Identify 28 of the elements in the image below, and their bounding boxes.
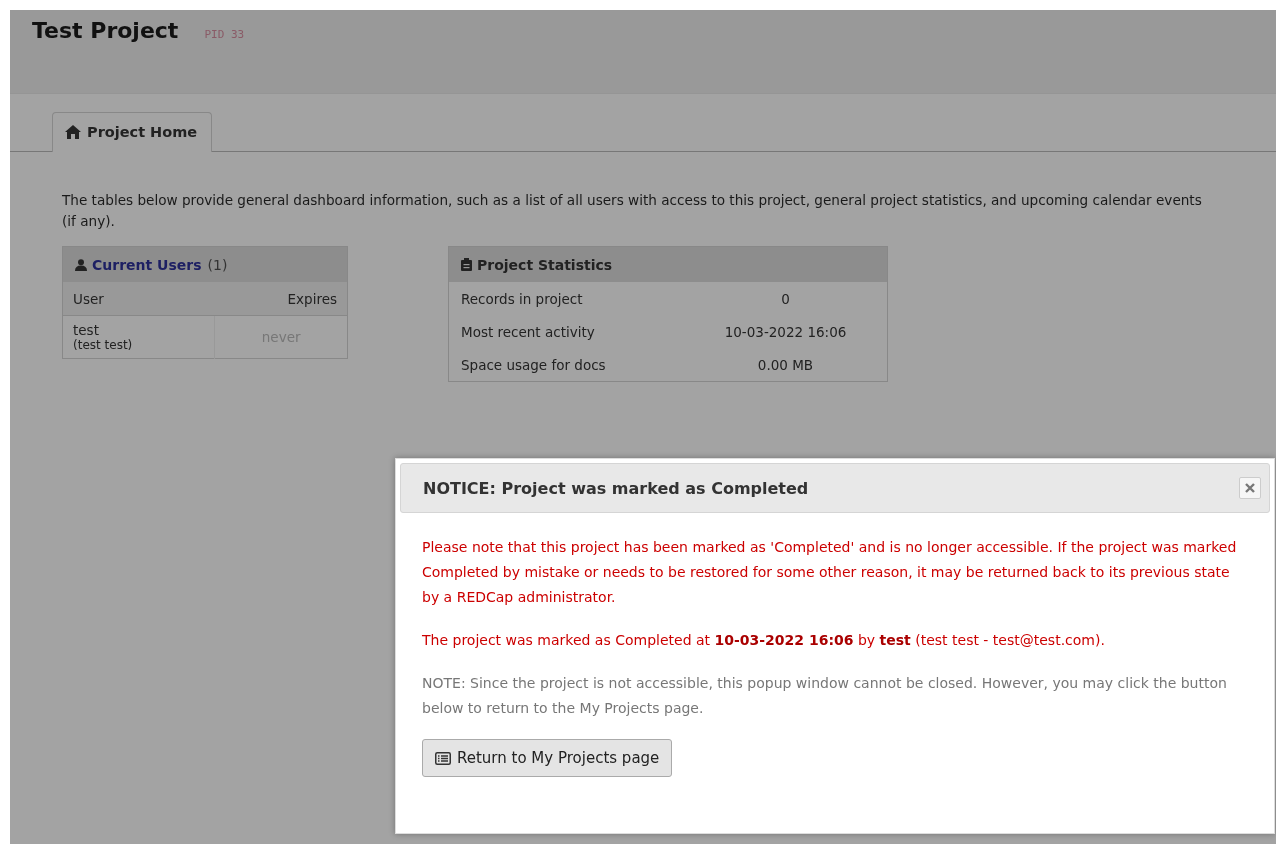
project-id: PID 33	[204, 28, 245, 41]
clipboard-icon	[461, 257, 472, 271]
dialog-paragraph: The project was marked as Completed at 10-03-2022 16:06 by test (test test - test@test.com).	[422, 631, 1106, 650]
statistic-label: Records in project	[461, 291, 583, 307]
dialog-paragraph: NOTE: Since the project is not accessible, this popup window cannot be closed. However, you may click the button below to return to the My Projects page.	[422, 674, 1228, 718]
user-icon	[75, 258, 87, 271]
user-full-name: (test test)	[73, 338, 134, 352]
column-header: Expires	[287, 291, 337, 307]
statistic-label: Most recent activity	[461, 324, 595, 340]
project-home-tab[interactable]: Project Home	[52, 112, 213, 152]
current-users-link[interactable]: Current Users	[92, 256, 202, 273]
statistic-value: 10-03-2022 16:06	[724, 324, 847, 340]
dialog-paragraph: Please note that this project has been marked as 'Completed' and is no longer accessible. If the project was marked Completed by mistake or needs to be restored for some other reason, it may be returned back to its previous state by a REDCap administrator.	[422, 538, 1238, 607]
close-icon	[1245, 483, 1255, 493]
user-count: (1)	[207, 256, 228, 273]
statistic-value: 0	[781, 291, 790, 307]
statistics-title: Project Statistics	[477, 256, 613, 273]
intro-paragraph: The tables below provide general dashboard information, such as a list of all users with access to this project, general project statistics, and upcoming calendar events (if any).	[62, 191, 1202, 231]
close-button[interactable]	[1239, 477, 1261, 499]
project-title: Test Project	[32, 18, 179, 43]
column-header: User	[73, 291, 104, 307]
list-icon	[435, 751, 451, 765]
statistic-label: Space usage for docs	[461, 357, 606, 373]
home-icon	[65, 125, 81, 139]
username: test	[73, 322, 100, 338]
return-to-projects-button[interactable]: Return to My Projects page	[422, 739, 673, 777]
dialog-title: NOTICE: Project was marked as Completed	[423, 478, 809, 498]
statistic-value: 0.00 MB	[757, 357, 814, 373]
